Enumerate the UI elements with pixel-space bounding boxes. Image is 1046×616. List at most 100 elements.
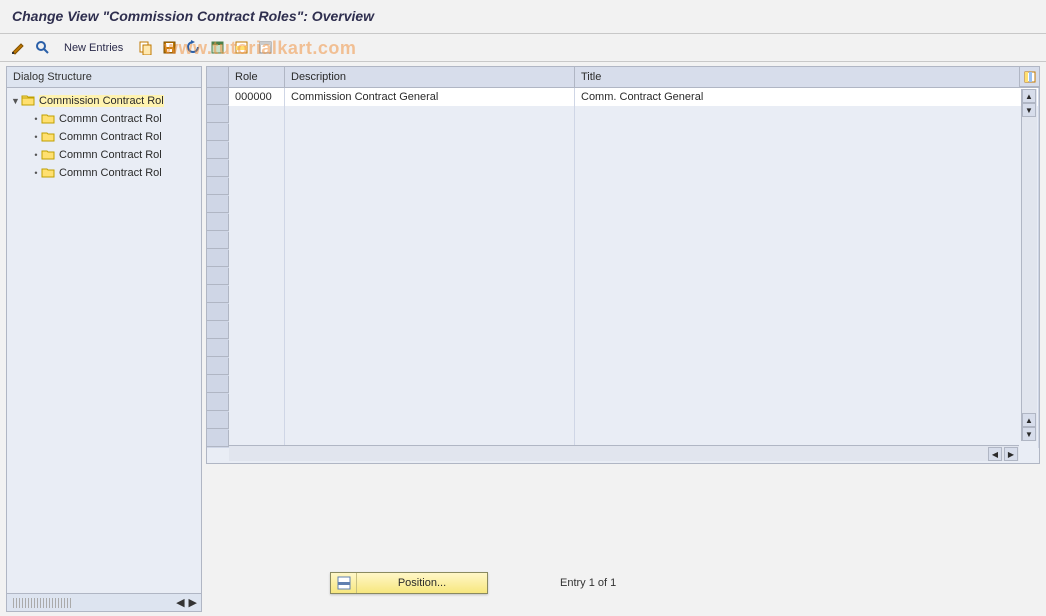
cell-role[interactable] xyxy=(229,394,285,412)
scroll-down-icon[interactable]: ▼ xyxy=(1022,427,1036,441)
cell-description[interactable] xyxy=(285,286,575,304)
row-selector[interactable] xyxy=(207,340,229,357)
tree-node-child[interactable]: • Commn Contract Rol xyxy=(7,146,201,164)
scroll-right-icon[interactable]: ▶ xyxy=(189,596,197,609)
table-row[interactable] xyxy=(207,196,1039,214)
cell-role[interactable] xyxy=(229,412,285,430)
cell-title[interactable] xyxy=(575,106,1039,124)
row-selector[interactable] xyxy=(207,232,229,249)
table-row[interactable]: 000000Commission Contract GeneralComm. C… xyxy=(207,88,1039,106)
cell-role[interactable] xyxy=(229,178,285,196)
column-header-title[interactable]: Title xyxy=(575,67,1039,87)
table-row[interactable] xyxy=(207,286,1039,304)
tree-node-child[interactable]: • Commn Contract Rol xyxy=(7,128,201,146)
cell-title[interactable] xyxy=(575,178,1039,196)
position-button[interactable]: Position... xyxy=(330,572,488,594)
select-all-rows-header[interactable] xyxy=(207,67,229,87)
cell-description[interactable] xyxy=(285,160,575,178)
table-row[interactable] xyxy=(207,340,1039,358)
cell-role[interactable] xyxy=(229,286,285,304)
cell-role[interactable] xyxy=(229,376,285,394)
new-entries-button[interactable]: New Entries xyxy=(56,38,131,58)
table-row[interactable] xyxy=(207,250,1039,268)
cell-title[interactable] xyxy=(575,376,1039,394)
select-block-icon[interactable] xyxy=(231,38,251,58)
cell-role[interactable] xyxy=(229,268,285,286)
table-row[interactable] xyxy=(207,160,1039,178)
cell-title[interactable] xyxy=(575,322,1039,340)
table-row[interactable] xyxy=(207,142,1039,160)
cell-role[interactable] xyxy=(229,160,285,178)
horizontal-scrollbar[interactable]: ◀ ▶ xyxy=(229,445,1019,461)
cell-role[interactable] xyxy=(229,340,285,358)
cell-description[interactable] xyxy=(285,304,575,322)
table-row[interactable] xyxy=(207,178,1039,196)
cell-title[interactable]: Comm. Contract General xyxy=(575,88,1039,106)
select-all-icon[interactable] xyxy=(207,38,227,58)
cell-description[interactable] xyxy=(285,376,575,394)
column-header-description[interactable]: Description xyxy=(285,67,575,87)
cell-title[interactable] xyxy=(575,268,1039,286)
row-selector[interactable] xyxy=(207,322,229,339)
cell-role[interactable] xyxy=(229,304,285,322)
cell-role[interactable] xyxy=(229,214,285,232)
table-row[interactable] xyxy=(207,394,1039,412)
cell-description[interactable] xyxy=(285,178,575,196)
cell-description[interactable] xyxy=(285,214,575,232)
cell-role[interactable] xyxy=(229,232,285,250)
cell-title[interactable] xyxy=(575,250,1039,268)
deselect-all-icon[interactable] xyxy=(255,38,275,58)
table-row[interactable] xyxy=(207,358,1039,376)
cell-title[interactable] xyxy=(575,142,1039,160)
toggle-display-change-icon[interactable] xyxy=(8,38,28,58)
table-row[interactable] xyxy=(207,124,1039,142)
row-selector[interactable] xyxy=(207,412,229,429)
row-selector[interactable] xyxy=(207,268,229,285)
row-selector[interactable] xyxy=(207,358,229,375)
cell-description[interactable] xyxy=(285,232,575,250)
cell-description[interactable] xyxy=(285,250,575,268)
column-header-role[interactable]: Role xyxy=(229,67,285,87)
scroll-down-icon[interactable]: ▼ xyxy=(1022,103,1036,117)
row-selector[interactable] xyxy=(207,178,229,195)
table-row[interactable] xyxy=(207,268,1039,286)
cell-title[interactable] xyxy=(575,232,1039,250)
row-selector[interactable] xyxy=(207,394,229,411)
tree-node-child[interactable]: • Commn Contract Rol xyxy=(7,110,201,128)
cell-title[interactable] xyxy=(575,286,1039,304)
row-selector[interactable] xyxy=(207,250,229,267)
collapse-icon[interactable]: ▼ xyxy=(11,96,21,106)
find-icon[interactable] xyxy=(32,38,52,58)
row-selector[interactable] xyxy=(207,304,229,321)
row-selector[interactable] xyxy=(207,286,229,303)
cell-title[interactable] xyxy=(575,160,1039,178)
cell-role[interactable] xyxy=(229,142,285,160)
cell-description[interactable] xyxy=(285,394,575,412)
resize-grip[interactable] xyxy=(13,598,73,608)
table-row[interactable] xyxy=(207,304,1039,322)
row-selector[interactable] xyxy=(207,106,229,123)
tree-node-child[interactable]: • Commn Contract Rol xyxy=(7,164,201,182)
copy-as-icon[interactable] xyxy=(135,38,155,58)
cell-description[interactable] xyxy=(285,412,575,430)
scroll-right-icon[interactable]: ▶ xyxy=(1004,447,1018,461)
cell-title[interactable] xyxy=(575,394,1039,412)
row-selector[interactable] xyxy=(207,88,229,105)
cell-role[interactable] xyxy=(229,106,285,124)
cell-description[interactable]: Commission Contract General xyxy=(285,88,575,106)
row-selector[interactable] xyxy=(207,142,229,159)
table-row[interactable] xyxy=(207,106,1039,124)
scroll-left-icon[interactable]: ◀ xyxy=(176,596,184,609)
tree-node-root[interactable]: ▼ Commission Contract Rol xyxy=(7,92,201,110)
table-row[interactable] xyxy=(207,214,1039,232)
table-row[interactable] xyxy=(207,232,1039,250)
cell-role[interactable] xyxy=(229,358,285,376)
cell-description[interactable] xyxy=(285,268,575,286)
cell-role[interactable] xyxy=(229,124,285,142)
cell-title[interactable] xyxy=(575,304,1039,322)
undo-icon[interactable] xyxy=(183,38,203,58)
scroll-left-icon[interactable]: ◀ xyxy=(988,447,1002,461)
table-row[interactable] xyxy=(207,376,1039,394)
cell-description[interactable] xyxy=(285,322,575,340)
scroll-up-icon[interactable]: ▲ xyxy=(1022,413,1036,427)
